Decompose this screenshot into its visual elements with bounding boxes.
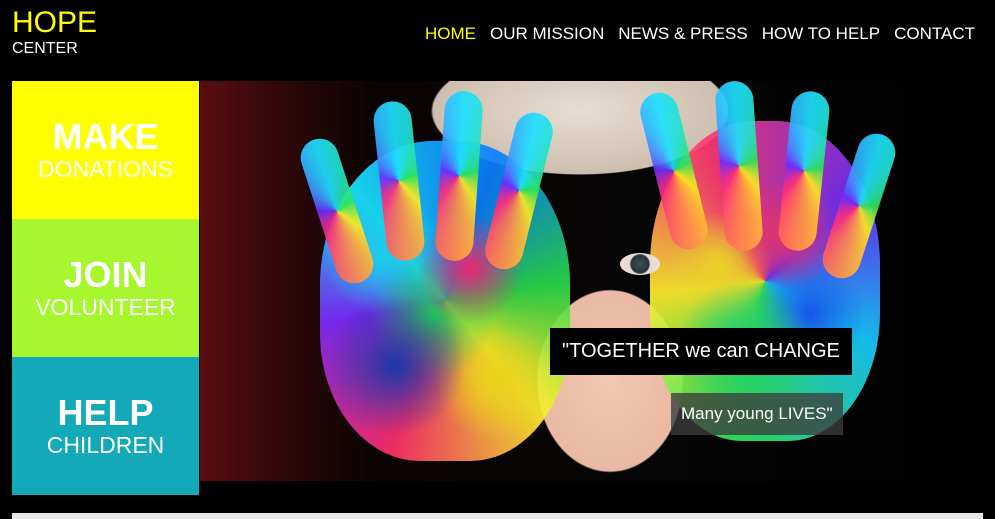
hero-image-painted-hands <box>200 81 983 481</box>
tile-subheading: VOLUNTEER <box>35 293 176 320</box>
main-nav: HOME OUR MISSION NEWS & PRESS HOW TO HEL… <box>425 24 975 44</box>
hero-caption-primary: "TOGETHER we can CHANGE <box>550 328 852 375</box>
logo-subtitle: CENTER <box>12 40 78 57</box>
action-tiles: MAKE DONATIONS JOIN VOLUNTEER HELP CHILD… <box>12 81 199 495</box>
tile-subheading: CHILDREN <box>46 431 165 458</box>
help-children-tile[interactable]: HELP CHILDREN <box>12 357 199 495</box>
nav-our-mission[interactable]: OUR MISSION <box>490 24 604 44</box>
content-divider <box>12 513 983 519</box>
hero-caption-secondary: Many young LIVES" <box>671 393 843 435</box>
tile-subheading: DONATIONS <box>37 155 174 182</box>
site-logo[interactable]: HOPE CENTER <box>12 8 97 57</box>
nav-home[interactable]: HOME <box>425 24 476 44</box>
tile-heading: HELP <box>57 391 154 433</box>
logo-title: HOPE <box>12 6 98 39</box>
child-eye <box>620 253 660 275</box>
join-volunteer-tile[interactable]: JOIN VOLUNTEER <box>12 219 199 357</box>
nav-how-to-help[interactable]: HOW TO HELP <box>762 24 880 44</box>
tile-heading: MAKE <box>52 115 159 157</box>
tile-heading: JOIN <box>63 253 148 295</box>
nav-contact[interactable]: CONTACT <box>894 24 975 44</box>
make-donations-tile[interactable]: MAKE DONATIONS <box>12 81 199 219</box>
nav-news-press[interactable]: NEWS & PRESS <box>618 24 747 44</box>
